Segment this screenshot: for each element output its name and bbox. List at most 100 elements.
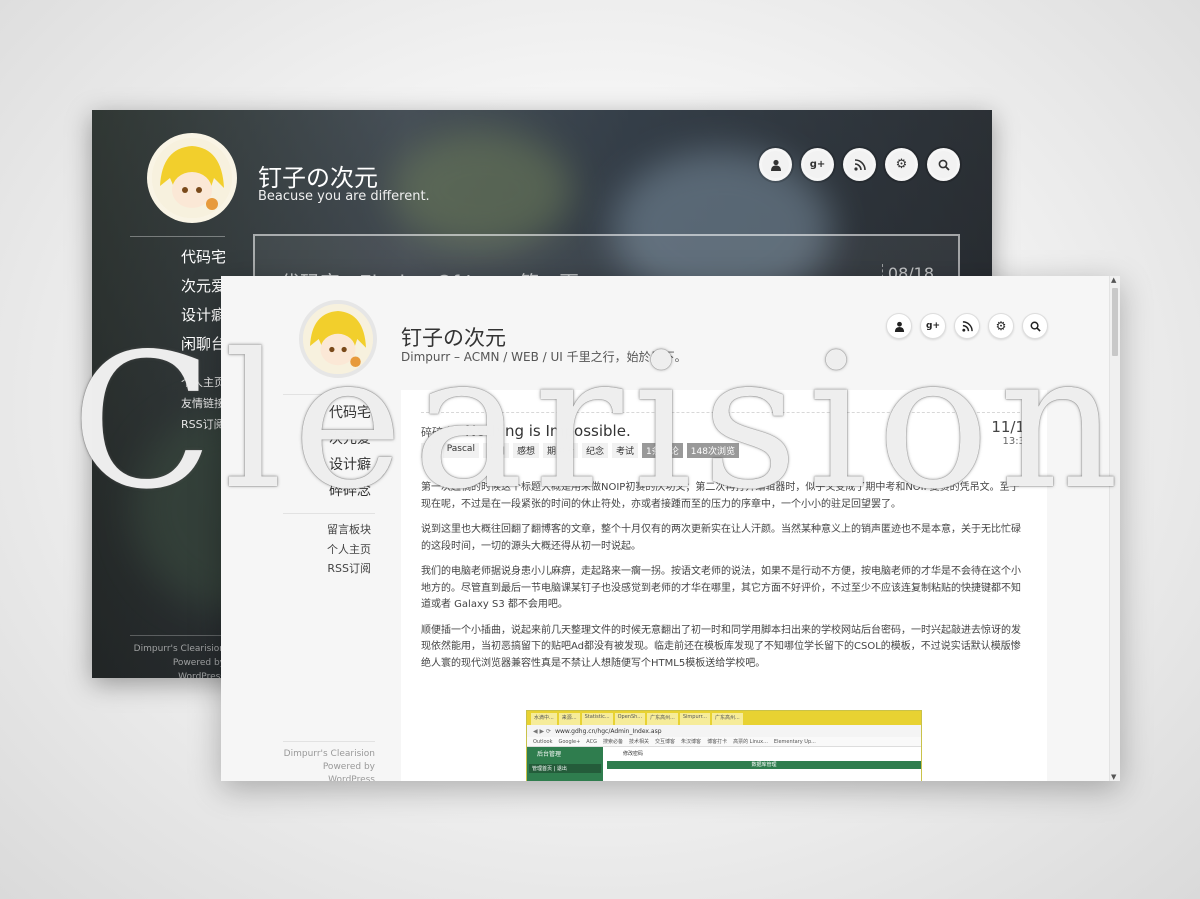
screenshot-tab: Statistic... bbox=[581, 713, 613, 725]
sidebar-link-rss[interactable]: RSS订阅 bbox=[181, 416, 225, 437]
site-tagline: Beacuse you are different. bbox=[258, 189, 430, 204]
sidebar-divider bbox=[130, 236, 225, 237]
sidebar-links: 留言板块 个人主页 RSS订阅 bbox=[283, 521, 371, 580]
gear-icon[interactable]: ⚙ bbox=[885, 148, 918, 181]
screenshot-bookmark: Google+ bbox=[558, 738, 581, 745]
screenshot-admin-link: 管理首页 | 退出 bbox=[529, 764, 601, 773]
site-title[interactable]: 钉子の次元 bbox=[258, 158, 378, 193]
post-paragraph: 第一次起稿的时候这个标题大概是用来做NOIP初赛的庆功文；第二次再打开编辑器时，… bbox=[421, 482, 1020, 510]
sidebar-item-design[interactable]: 设计癖 bbox=[283, 454, 371, 480]
scroll-down-arrow-icon[interactable]: ▼ bbox=[1111, 773, 1116, 781]
screenshot-change-password: 修改密码 bbox=[623, 751, 644, 757]
post-paragraph: 说到这里也大概往回翻了翻博客的文章，整个十月仅有的两次更新实在让人汗颜。当然某种… bbox=[421, 524, 1021, 552]
sidebar-item-acg[interactable]: 次元爱 bbox=[181, 275, 226, 304]
post-date: 11/1 13:3 bbox=[961, 418, 1025, 447]
sidebar-item-chat[interactable]: 闲聊台 bbox=[181, 333, 226, 362]
tag[interactable]: 纪念 bbox=[582, 443, 609, 458]
tag[interactable]: OI bbox=[421, 443, 439, 458]
sidebar-divider bbox=[283, 513, 375, 514]
post-date-day: 11/1 bbox=[991, 418, 1025, 436]
screenshot-tab: 水滴中... bbox=[531, 713, 557, 725]
screenshot-tab-bar: 水滴中... 来源... Statistic... OpenSh... 广东高州… bbox=[527, 711, 921, 725]
screenshot-tab: 广东高州... bbox=[711, 713, 743, 725]
avatar[interactable] bbox=[147, 133, 237, 223]
footer-theme-name[interactable]: Dimpurr's Clearision bbox=[130, 642, 225, 656]
screenshot-bookmark: 博客打卡 bbox=[707, 739, 728, 745]
screenshot-url-bar: ◀ ▶ ⟳ www.gdhg.cn/hgc/Admin_Index.asp bbox=[527, 725, 921, 737]
screenshot-bookmark: 搜索必备 bbox=[603, 739, 624, 745]
screenshot-tab: OpenSh... bbox=[614, 713, 646, 725]
tag[interactable]: 期中考 bbox=[542, 443, 578, 458]
footer: Dimpurr's Clearision Powered by WordPres… bbox=[130, 635, 225, 678]
sidebar-item-code[interactable]: 代码宅 bbox=[181, 246, 226, 275]
sidebar-link-homepage[interactable]: 个人主页 bbox=[283, 541, 371, 561]
sidebar-link-guestbook[interactable]: 留言板块 bbox=[283, 521, 371, 541]
avatar-illustration bbox=[152, 138, 232, 218]
google-plus-icon[interactable]: g+ bbox=[801, 148, 834, 181]
vertical-scrollbar[interactable]: ▲ ▼ bbox=[1109, 276, 1120, 781]
avatar-illustration bbox=[303, 304, 373, 374]
footer-powered-by[interactable]: Powered by WordPress bbox=[283, 761, 375, 781]
sidebar-link-rss[interactable]: RSS订阅 bbox=[283, 560, 371, 580]
avatar[interactable] bbox=[299, 300, 377, 378]
view-count-badge: 148次浏览 bbox=[686, 443, 739, 458]
search-icon[interactable] bbox=[1022, 313, 1048, 339]
post-tags: OI Pascal 广州 感想 期中考 纪念 考试 1条评论 148次浏览 bbox=[421, 443, 739, 458]
post-paragraph: 顺便插一个小插曲，说起来前几天整理文件的时候无意翻出了初一时和同学用脚本扫出来的… bbox=[421, 624, 1021, 669]
sidebar-item-murmur[interactable]: 碎碎念 bbox=[283, 480, 371, 506]
footer: Dimpurr's Clearision Powered by WordPres… bbox=[283, 741, 375, 781]
tag[interactable]: Pascal bbox=[442, 443, 479, 458]
sidebar-nav: 代码宅 次元爱 设计癖 闲聊台 bbox=[181, 246, 226, 362]
post-body: 第一次起稿的时候这个标题大概是用来做NOIP初赛的庆功文；第二次再打开编辑器时，… bbox=[421, 480, 1025, 681]
post-divider bbox=[421, 412, 1025, 413]
screenshot-url: www.gdhg.cn/hgc/Admin_Index.asp bbox=[555, 727, 662, 735]
footer-theme-name[interactable]: Dimpurr's Clearision bbox=[283, 748, 375, 761]
sidebar-divider bbox=[283, 394, 375, 395]
post-title[interactable]: Nothing is Impossible. bbox=[465, 422, 631, 440]
screenshot-bookmarks: Outlook Google+ ACG 搜索必备 技术相关 交互博客 朱汉博客 … bbox=[527, 737, 921, 747]
screenshot-admin-title: 后台管理 bbox=[537, 751, 562, 758]
rss-icon[interactable] bbox=[954, 313, 980, 339]
sidebar-links: 个人主页 友情链接 RSS订阅 bbox=[181, 374, 225, 437]
comment-count-badge[interactable]: 1条评论 bbox=[642, 443, 683, 458]
main-content: 碎碎念 · Nothing is Impossible. 11/1 13:3 OI… bbox=[401, 390, 1047, 781]
sidebar-item-acg[interactable]: 次元爱 bbox=[283, 428, 371, 454]
screenshot-tab: 广东高州... bbox=[647, 713, 678, 725]
tag[interactable]: 感想 bbox=[512, 443, 539, 458]
tag[interactable]: 广州 bbox=[482, 443, 509, 458]
screenshot-bookmark: Outlook bbox=[533, 738, 553, 745]
post-screenshot-image[interactable]: 水滴中... 来源... Statistic... OpenSh... 广东高州… bbox=[526, 710, 922, 781]
screenshot-admin-main: 修改密码 数据库管理 bbox=[607, 747, 921, 781]
post-paragraph: 我们的电脑老师据说身患小儿麻痹，走起路来一瘸一拐。按语文老师的说法，如果不是行动… bbox=[421, 566, 1021, 610]
post-title-row: 碎碎念 · Nothing is Impossible. bbox=[421, 422, 631, 440]
google-plus-icon[interactable]: g+ bbox=[920, 313, 946, 339]
rss-icon[interactable] bbox=[843, 148, 876, 181]
screenshot-bookmark: 朱汉博客 bbox=[681, 739, 702, 745]
site-tagline: Dimpurr – ACMN / WEB / UI 千里之行，始於足下。 bbox=[401, 350, 687, 364]
header-icon-bar: g+ ⚙ bbox=[886, 313, 1048, 339]
front-window-preview: 钉子の次元 Dimpurr – ACMN / WEB / UI 千里之行，始於足… bbox=[221, 276, 1120, 781]
footer-powered-by[interactable]: Powered by WordPress bbox=[130, 656, 225, 678]
sidebar-item-code[interactable]: 代码宅 bbox=[283, 402, 371, 428]
gear-icon[interactable]: ⚙ bbox=[988, 313, 1014, 339]
sidebar-link-friends[interactable]: 友情链接 bbox=[181, 395, 225, 416]
post-category[interactable]: 碎碎念 · bbox=[421, 426, 461, 439]
screenshot-bookmark: ACG bbox=[586, 738, 597, 745]
user-icon[interactable] bbox=[886, 313, 912, 339]
sidebar-link-homepage[interactable]: 个人主页 bbox=[181, 374, 225, 395]
scrollbar-thumb[interactable] bbox=[1112, 288, 1118, 356]
screenshot-bookmark: 交互博客 bbox=[655, 739, 676, 745]
screenshot-page: 后台管理 管理首页 | 退出 修改密码 数据库管理 bbox=[527, 747, 921, 781]
screenshot-tab: 来源... bbox=[558, 713, 580, 725]
screenshot-admin-sidebar: 后台管理 管理首页 | 退出 bbox=[527, 747, 603, 781]
screenshot-db-manage: 数据库管理 bbox=[607, 761, 921, 769]
search-icon[interactable] bbox=[927, 148, 960, 181]
scroll-up-arrow-icon[interactable]: ▲ bbox=[1111, 276, 1116, 284]
post-date-time: 13:3 bbox=[1002, 436, 1025, 447]
screenshot-bookmark: Elementary Up... bbox=[773, 738, 816, 745]
sidebar-item-design[interactable]: 设计癖 bbox=[181, 304, 226, 333]
screenshot-bookmark: 技术相关 bbox=[629, 739, 650, 745]
header-icon-bar: g+ ⚙ bbox=[759, 148, 960, 181]
tag[interactable]: 考试 bbox=[612, 443, 639, 458]
user-icon[interactable] bbox=[759, 148, 792, 181]
